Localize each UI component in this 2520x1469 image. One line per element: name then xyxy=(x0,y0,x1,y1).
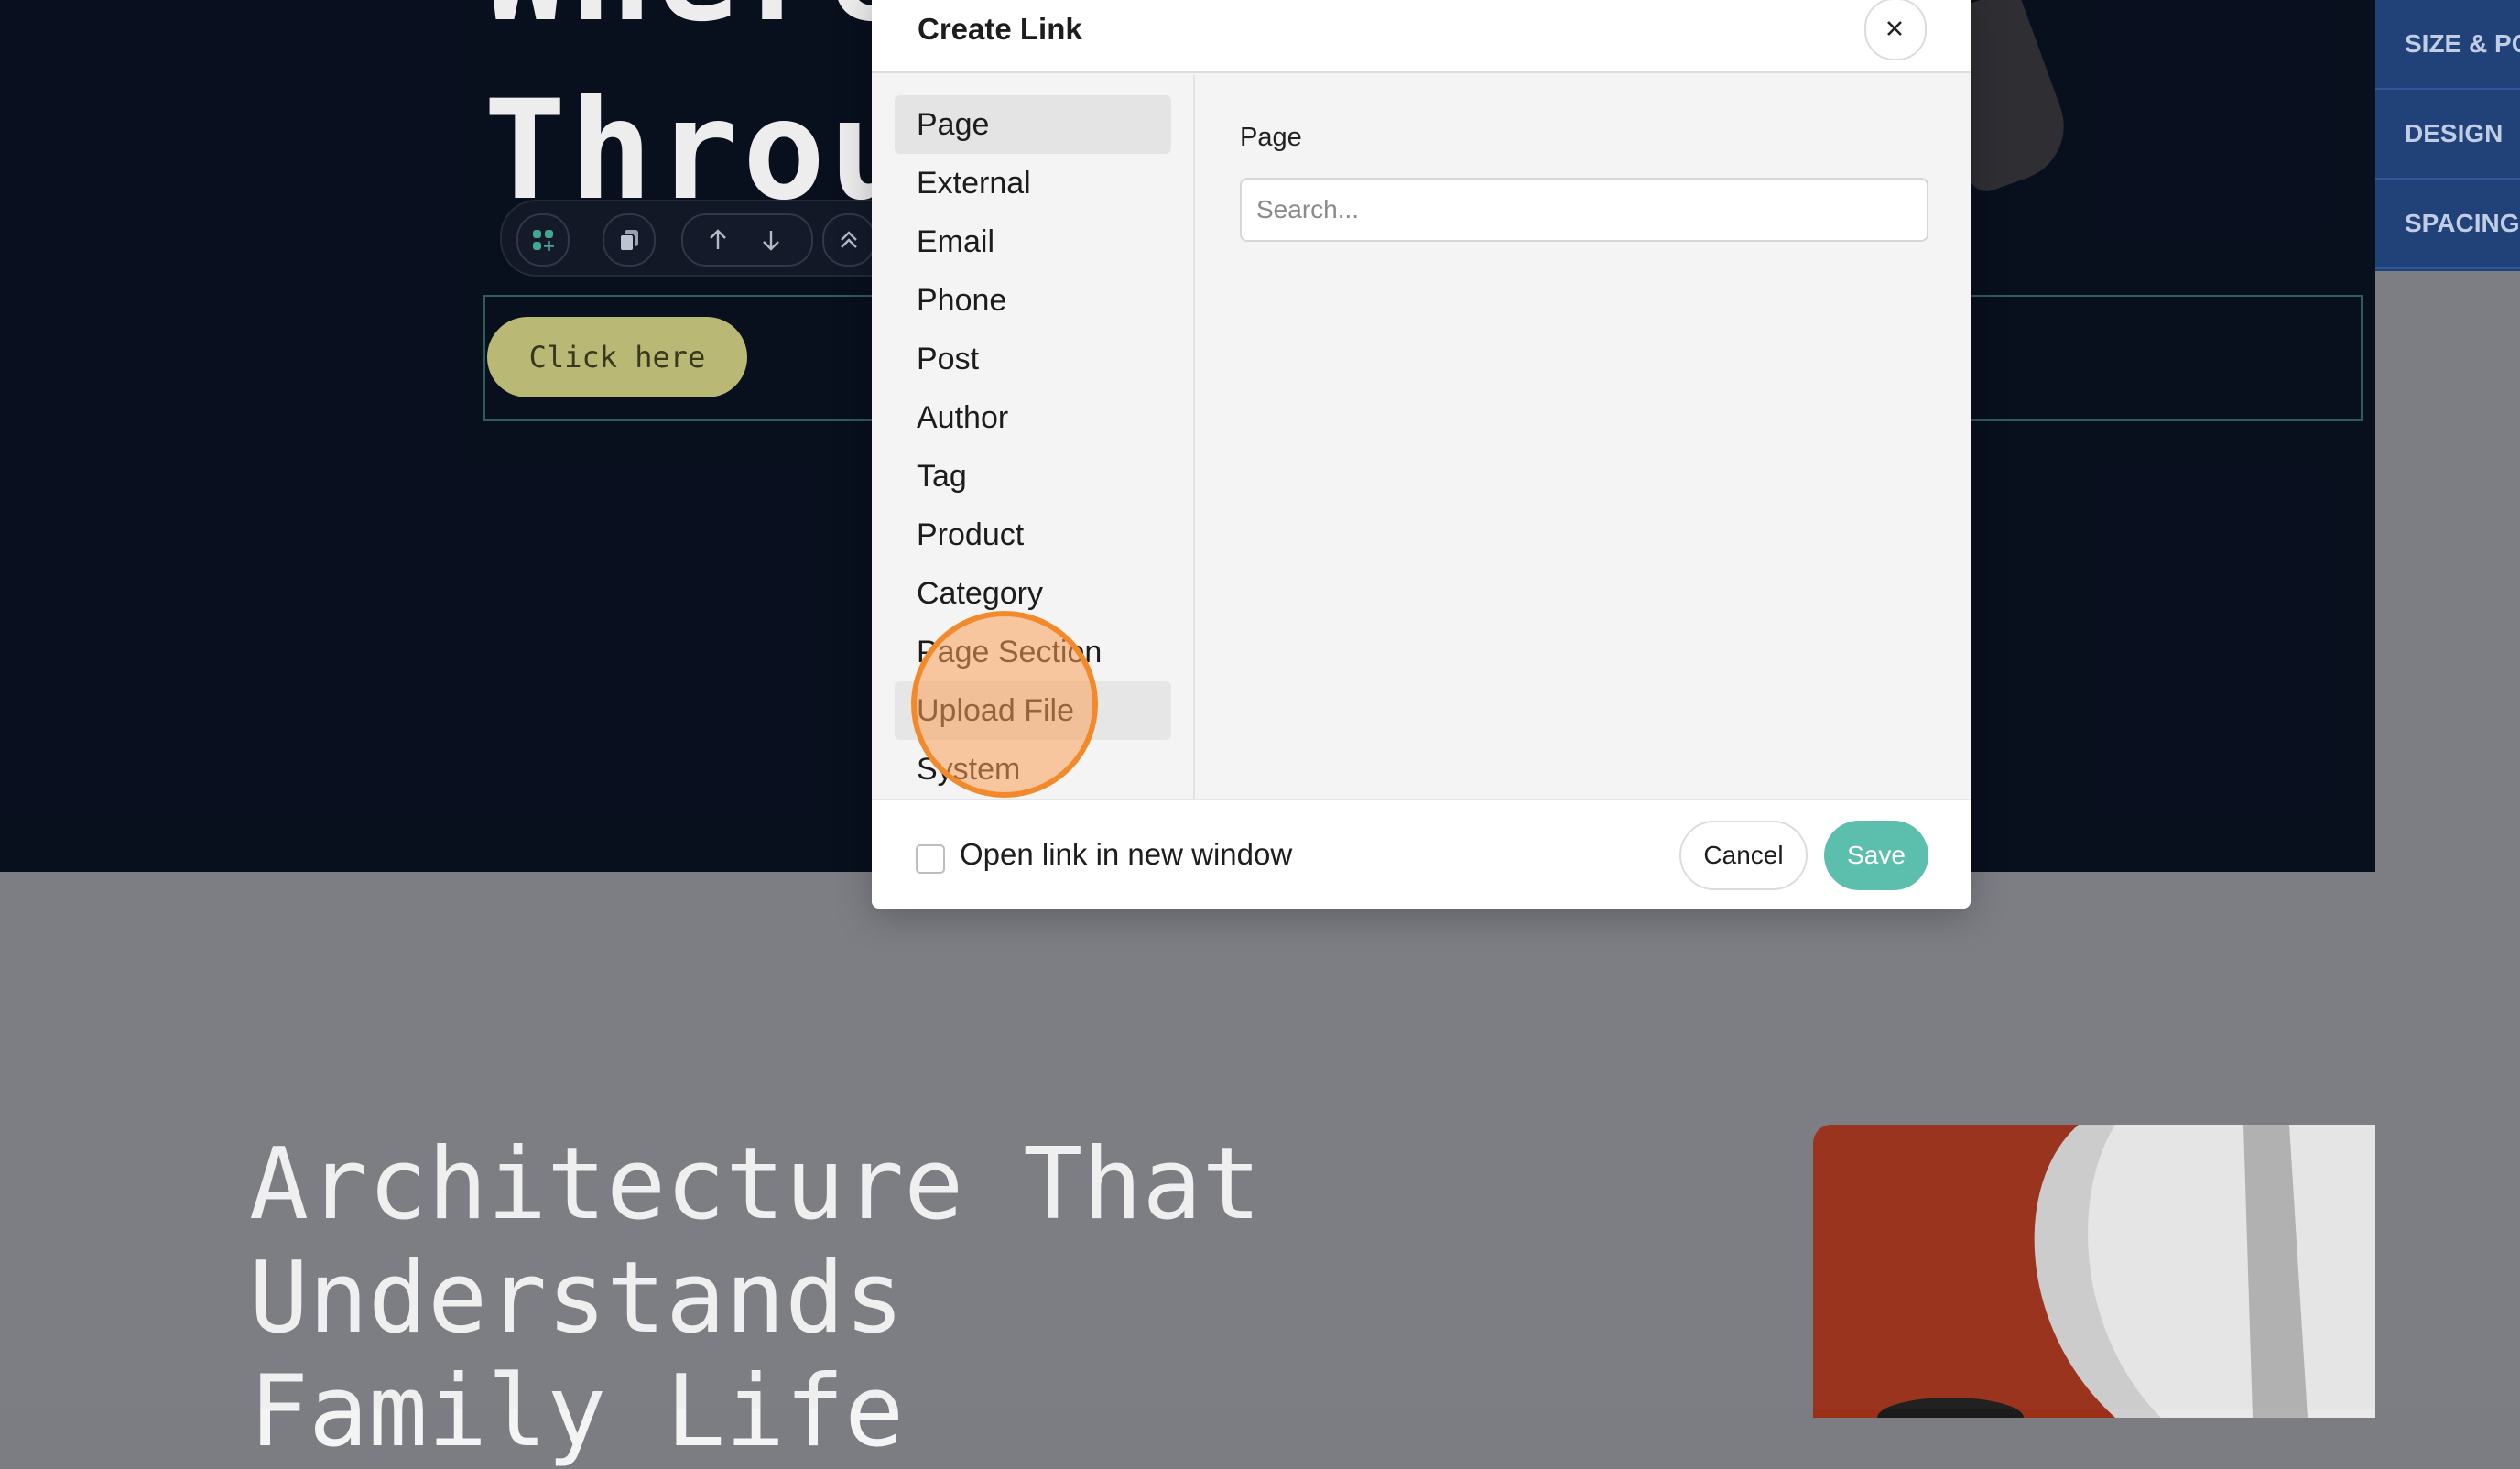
link-type-product[interactable]: Product xyxy=(895,506,1171,564)
page-search-input[interactable] xyxy=(1240,178,1928,242)
page-field-label: Page xyxy=(1240,123,1302,152)
link-type-system[interactable]: System xyxy=(895,740,1171,799)
link-type-tag[interactable]: Tag xyxy=(895,447,1171,506)
save-button[interactable]: Save xyxy=(1824,821,1928,890)
link-type-external[interactable]: External xyxy=(895,154,1171,212)
close-button[interactable] xyxy=(1864,0,1927,60)
link-type-upload-file[interactable]: Upload File xyxy=(895,681,1171,740)
dialog-header: Create Link xyxy=(872,0,1971,73)
close-icon xyxy=(1887,21,1902,36)
link-type-page-section[interactable]: Page Section xyxy=(895,623,1171,681)
create-link-dialog: Create Link Page External Email Phone Po… xyxy=(872,0,1971,909)
new-window-label[interactable]: Open link in new window xyxy=(960,837,1292,872)
cancel-button[interactable]: Cancel xyxy=(1679,821,1808,890)
link-type-page[interactable]: Page xyxy=(895,95,1171,154)
dialog-footer: Open link in new window Cancel Save xyxy=(872,799,1971,909)
link-type-category[interactable]: Category xyxy=(895,564,1171,623)
link-type-email[interactable]: Email xyxy=(895,212,1171,271)
link-type-author[interactable]: Author xyxy=(895,388,1171,447)
new-window-checkbox[interactable] xyxy=(916,844,945,874)
link-type-list: Page External Email Phone Post Author Ta… xyxy=(872,75,1195,800)
link-type-phone[interactable]: Phone xyxy=(895,271,1171,330)
dialog-title: Create Link xyxy=(918,12,1082,46)
link-type-post[interactable]: Post xyxy=(895,330,1171,388)
modal-backdrop-dark xyxy=(0,872,2520,1409)
